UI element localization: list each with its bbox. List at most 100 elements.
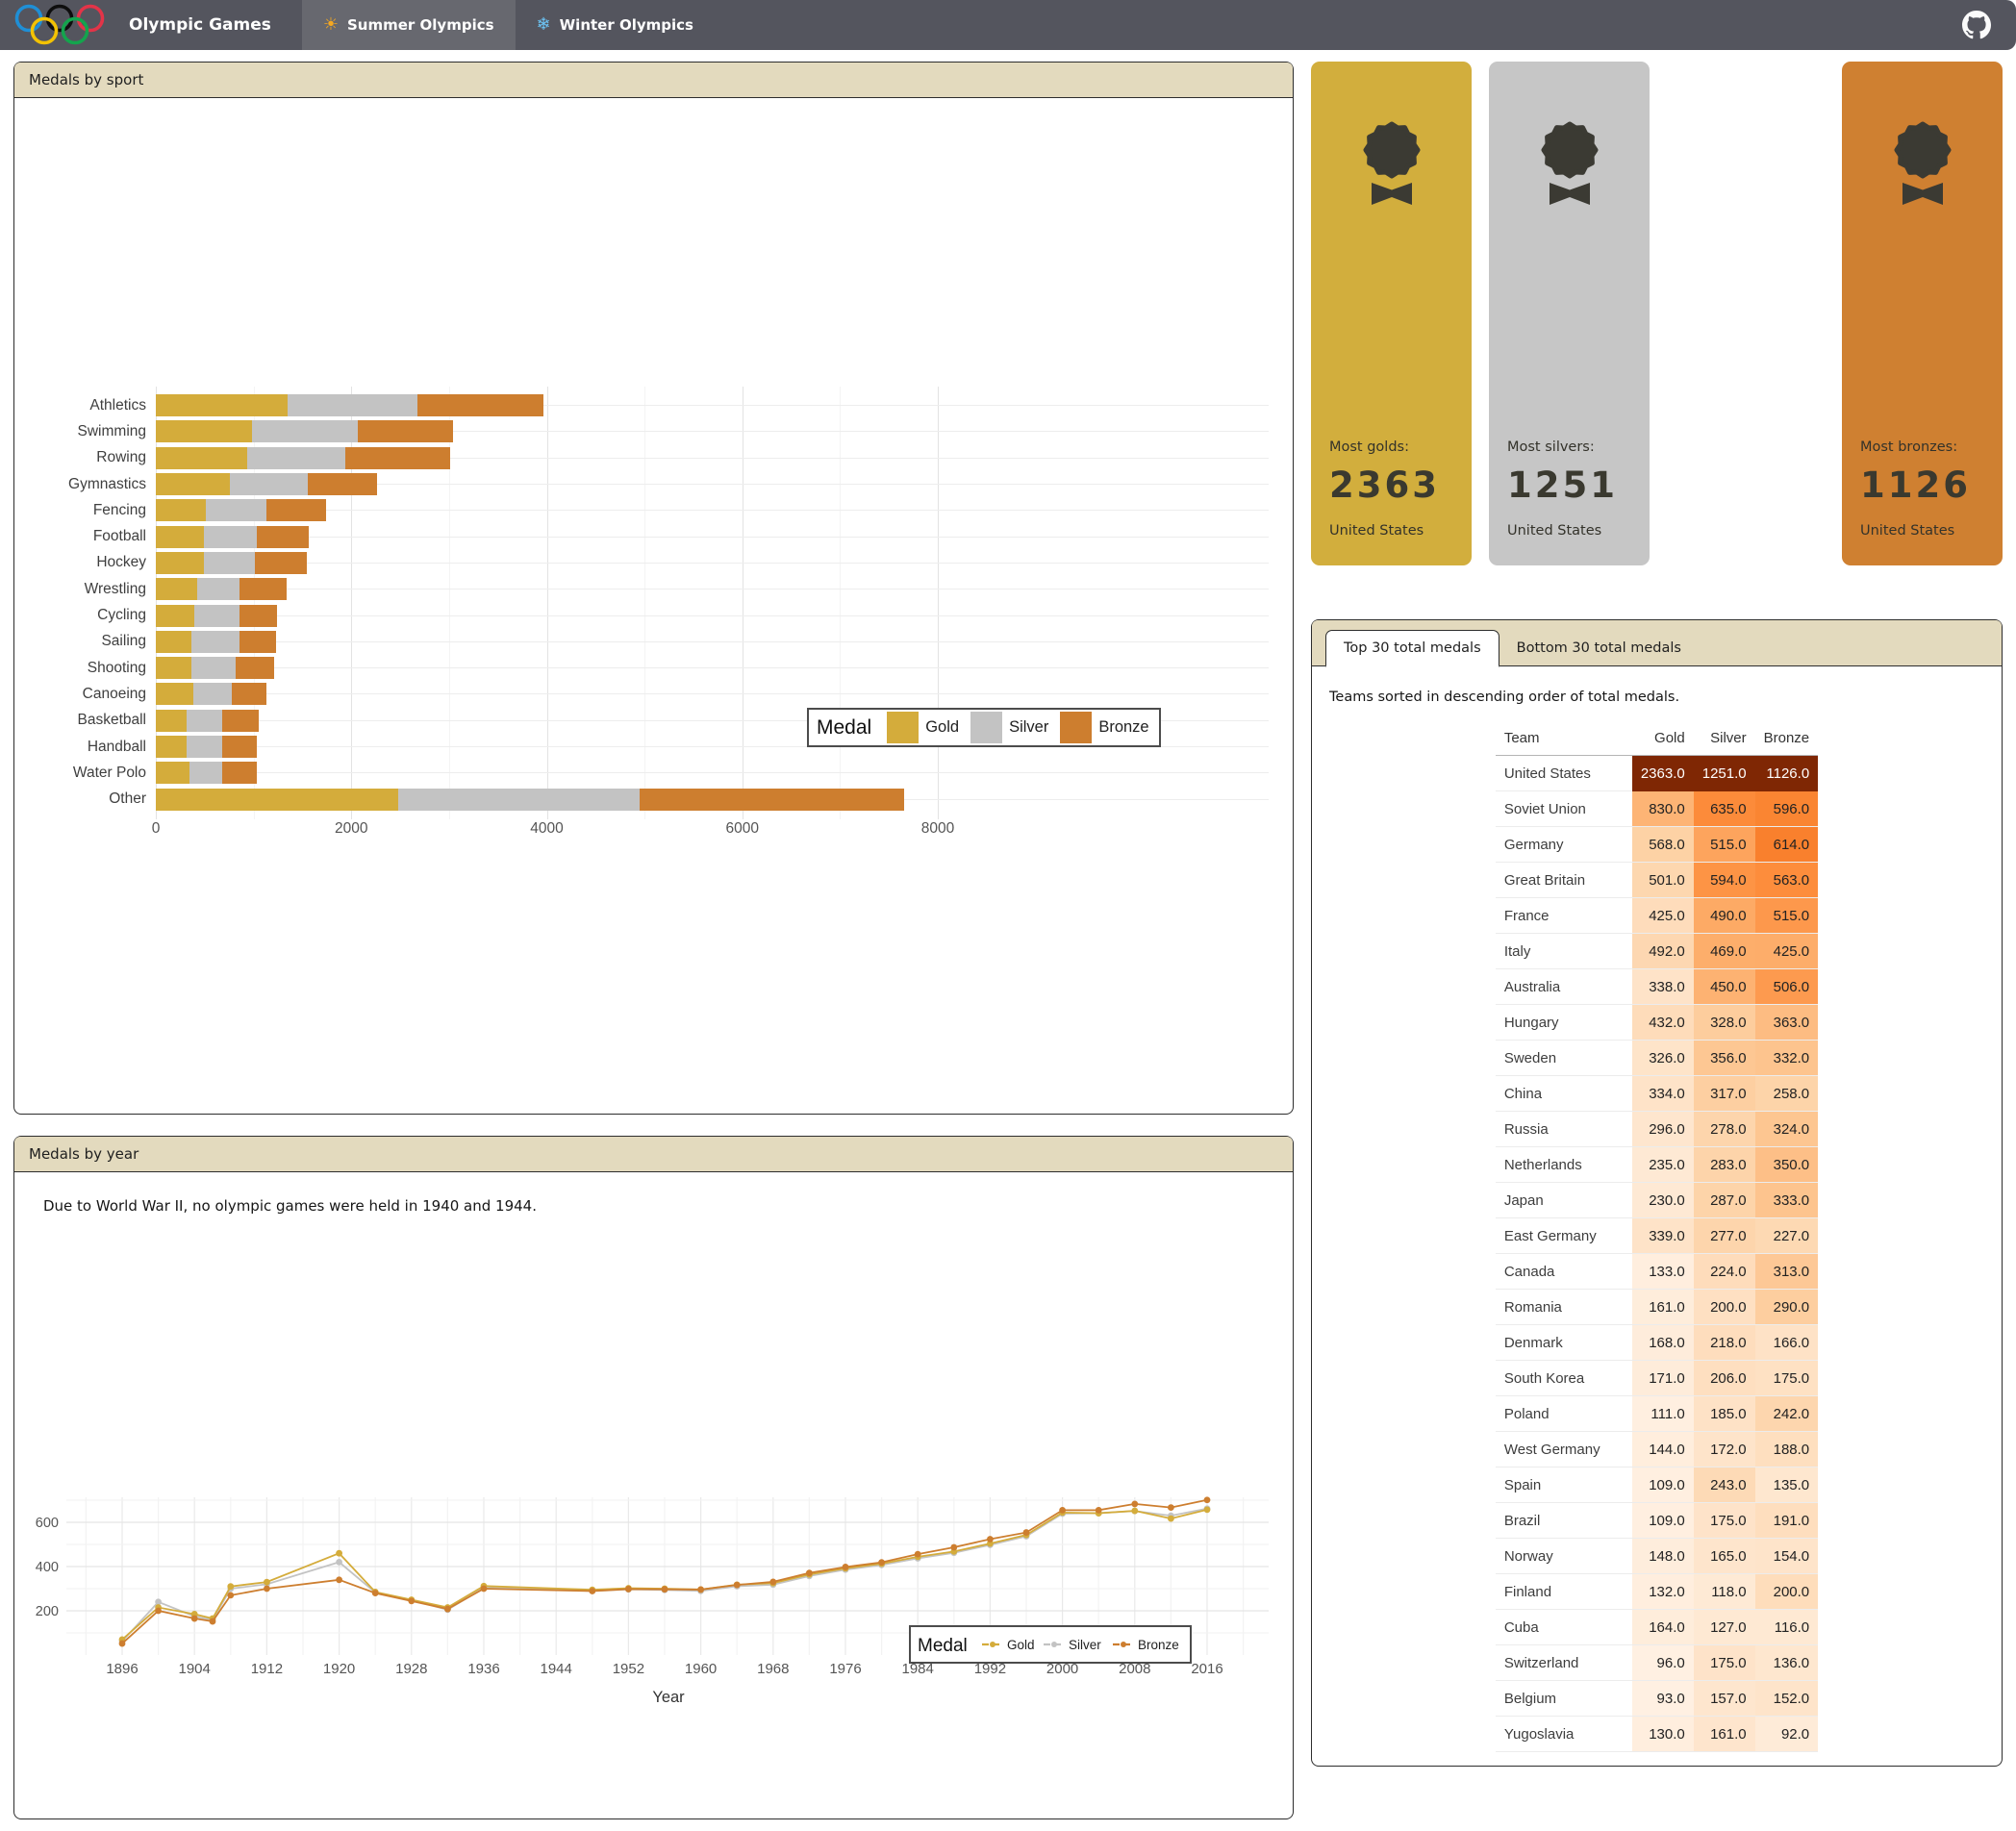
silver-bar-segment <box>194 605 239 627</box>
bar-row-label: Sailing <box>18 633 156 650</box>
bronze-cell: 596.0 <box>1755 791 1819 827</box>
bronze-cell: 242.0 <box>1755 1396 1819 1432</box>
olympic-rings-logo <box>13 3 117 47</box>
x-tick-label: 1936 <box>467 1661 499 1677</box>
table-row: Great Britain501.0594.0563.0 <box>1496 863 1818 898</box>
gold-cell: 133.0 <box>1632 1254 1694 1290</box>
gold-point <box>227 1583 234 1590</box>
bronze-bar-segment <box>266 499 326 521</box>
row-gridline <box>156 641 1269 642</box>
gold-cell: 432.0 <box>1632 1005 1694 1041</box>
github-icon[interactable] <box>1962 11 1991 39</box>
gold-cell: 109.0 <box>1632 1467 1694 1503</box>
medals-by-year-panel: Medals by year Due to World War II, no o… <box>13 1136 1294 1819</box>
page-body: Medals by sport AthleticsSwimmingRowingG… <box>0 50 2016 1831</box>
bronze-point <box>1096 1507 1102 1514</box>
medals-by-sport-header: Medals by sport <box>14 63 1293 98</box>
x-tick-label: 1912 <box>251 1661 283 1677</box>
team-cell: Great Britain <box>1496 863 1632 898</box>
table-row: Netherlands235.0283.0350.0 <box>1496 1147 1818 1183</box>
gold-cell: 339.0 <box>1632 1218 1694 1254</box>
bar-chart-plot: AthleticsSwimmingRowingGymnasticsFencing… <box>18 392 1274 843</box>
bar-row: Fencing <box>18 497 1274 523</box>
gold-cell: 492.0 <box>1632 934 1694 969</box>
most-golds-card: Most golds: 2363 United States <box>1311 62 1472 565</box>
silver-cell: 1251.0 <box>1694 756 1755 791</box>
gold-cell: 144.0 <box>1632 1432 1694 1467</box>
silver-cell: 200.0 <box>1694 1290 1755 1325</box>
team-cell: Cuba <box>1496 1610 1632 1645</box>
silver-bar-segment <box>204 552 255 574</box>
gold-cell: 171.0 <box>1632 1361 1694 1396</box>
x-tick-label: 1904 <box>179 1661 211 1677</box>
sun-icon: ☀ <box>323 16 339 34</box>
bar-track <box>156 683 1274 705</box>
bronze-point <box>1059 1507 1066 1514</box>
silver-cell: 218.0 <box>1694 1325 1755 1361</box>
tab-bottom-30[interactable]: Bottom 30 total medals <box>1499 631 1699 665</box>
bar-row: Sailing <box>18 629 1274 655</box>
bar-track <box>156 499 1274 521</box>
bronze-bar-segment <box>358 420 453 442</box>
team-cell: Norway <box>1496 1539 1632 1574</box>
bronze-point <box>372 1590 379 1596</box>
team-cell: Germany <box>1496 827 1632 863</box>
bronze-cell: 135.0 <box>1755 1467 1819 1503</box>
table-row: Russia296.0278.0324.0 <box>1496 1112 1818 1147</box>
top-navbar: Olympic Games ☀ Summer Olympics ❄ Winter… <box>0 0 2016 50</box>
table-row: Soviet Union830.0635.0596.0 <box>1496 791 1818 827</box>
bar-row-label: Shooting <box>18 660 156 677</box>
team-cell: East Germany <box>1496 1218 1632 1254</box>
most-silvers-label: Most silvers: <box>1507 439 1640 455</box>
table-row: Japan230.0287.0333.0 <box>1496 1183 1818 1218</box>
bronze-cell: 425.0 <box>1755 934 1819 969</box>
silver-cell: 243.0 <box>1694 1467 1755 1503</box>
bronze-point <box>987 1536 994 1543</box>
table-row: Sweden326.0356.0332.0 <box>1496 1041 1818 1076</box>
card-text: Most silvers: 1251 United States <box>1489 439 1650 565</box>
bar-track <box>156 578 1274 600</box>
silver-cell: 594.0 <box>1694 863 1755 898</box>
tab-top-30[interactable]: Top 30 total medals <box>1325 630 1499 667</box>
gold-cell: 96.0 <box>1632 1645 1694 1681</box>
bar-row: Shooting <box>18 655 1274 681</box>
gold-point <box>336 1550 342 1557</box>
x-tick-label: 1960 <box>685 1661 717 1677</box>
x-tick-label: 1928 <box>395 1661 427 1677</box>
gold-bar-segment <box>156 631 191 653</box>
legend-item-bronze: Bronze <box>1060 712 1148 743</box>
bronze-cell: 258.0 <box>1755 1076 1819 1112</box>
bronze-cell: 614.0 <box>1755 827 1819 863</box>
tab-summer-olympics[interactable]: ☀ Summer Olympics <box>302 0 516 50</box>
bar-track <box>156 552 1274 574</box>
bar-track <box>156 789 1274 811</box>
column-header-gold: Gold <box>1632 724 1694 756</box>
bronze-cell: 136.0 <box>1755 1645 1819 1681</box>
gold-cell: 296.0 <box>1632 1112 1694 1147</box>
row-gridline <box>156 537 1269 538</box>
silver-cell: 515.0 <box>1694 827 1755 863</box>
silver-cell: 328.0 <box>1694 1005 1755 1041</box>
bronze-point <box>264 1586 270 1593</box>
table-row: West Germany144.0172.0188.0 <box>1496 1432 1818 1467</box>
bronze-point <box>191 1616 198 1622</box>
gold-bar-segment <box>156 473 230 495</box>
y-tick-label: 600 <box>36 1516 59 1531</box>
gold-cell: 2363.0 <box>1632 756 1694 791</box>
y-tick-label: 400 <box>36 1560 59 1575</box>
medals-by-sport-chart: AthleticsSwimmingRowingGymnasticsFencing… <box>14 98 1293 1114</box>
bronze-cell: 324.0 <box>1755 1112 1819 1147</box>
bronze-point <box>878 1559 885 1566</box>
silver-cell: 635.0 <box>1694 791 1755 827</box>
team-cell: Italy <box>1496 934 1632 969</box>
silver-cell: 161.0 <box>1694 1717 1755 1752</box>
tab-winter-olympics[interactable]: ❄ Winter Olympics <box>516 0 715 50</box>
team-cell: Belgium <box>1496 1681 1632 1717</box>
bronze-cell: 563.0 <box>1755 863 1819 898</box>
gold-bar-segment <box>156 394 288 416</box>
total-medals-panel: Top 30 total medals Bottom 30 total meda… <box>1311 619 2003 1767</box>
bronze-bar-segment <box>257 526 309 548</box>
bronze-point <box>1131 1501 1138 1508</box>
bar-row-label: Gymnastics <box>18 476 156 493</box>
bronze-cell: 313.0 <box>1755 1254 1819 1290</box>
